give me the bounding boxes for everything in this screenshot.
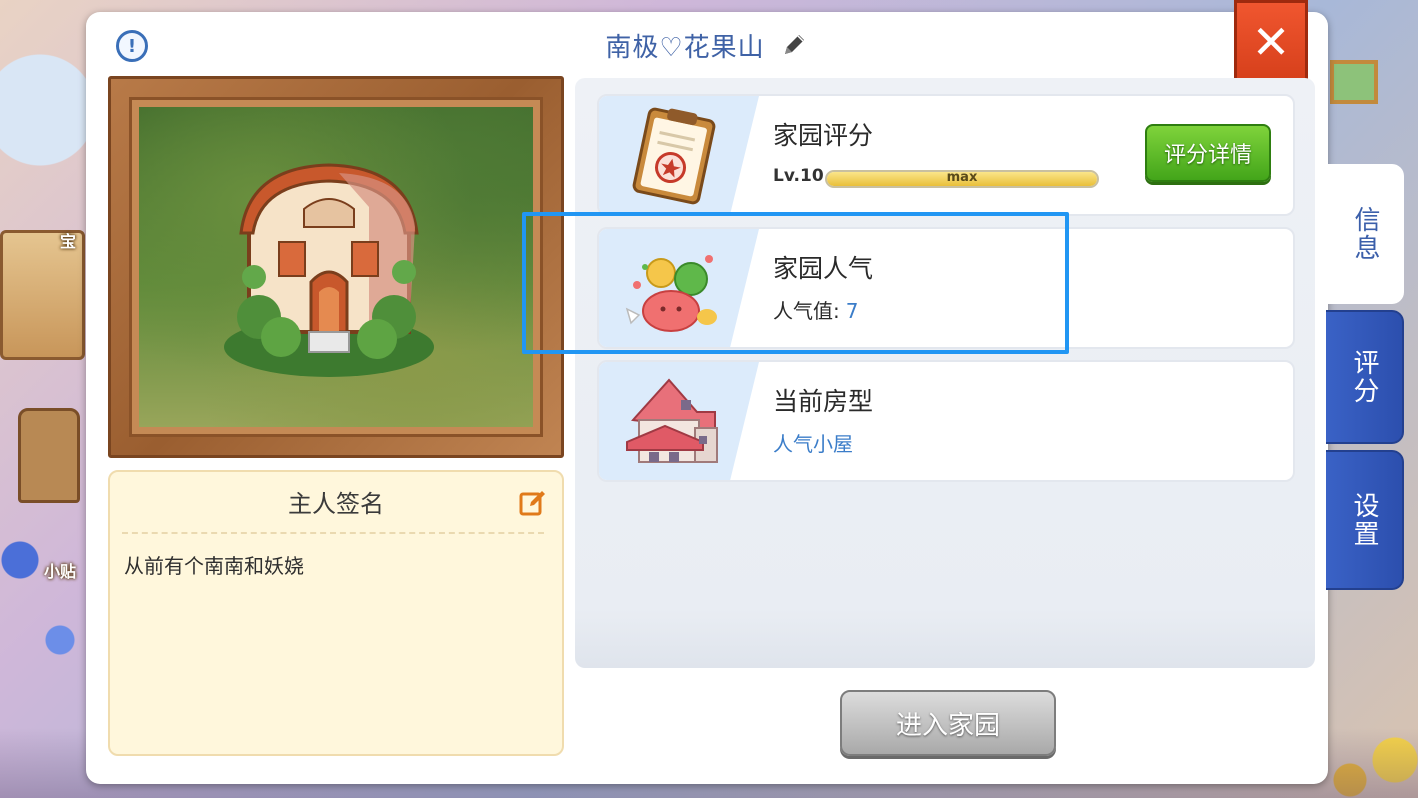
tab-info[interactable]: 信息: [1326, 164, 1404, 304]
tab-rating[interactable]: 评分: [1326, 310, 1404, 444]
house-type-value: 人气小屋: [773, 432, 853, 456]
popularity-label: 人气值:: [773, 299, 840, 323]
level-bar-text: max: [946, 170, 978, 185]
rating-details-button[interactable]: 评分详情: [1145, 124, 1271, 182]
signature-divider: [122, 532, 544, 534]
popularity-row: 人气值: 7: [773, 295, 858, 324]
home-name-title: 南极♡花果山: [605, 32, 765, 63]
home-picture-frame: [108, 76, 564, 458]
rating-level-bar: max: [825, 170, 1099, 188]
house-illustration-icon: [224, 163, 434, 377]
rating-title: 家园评分: [773, 121, 874, 150]
background-label-left: 宝: [60, 232, 77, 251]
rating-level-label: Lv.10: [773, 162, 824, 186]
level-label: Lv.10: [773, 166, 824, 186]
dialog-header: ! 南极♡花果山: [86, 12, 1328, 78]
house-type-title: 当前房型: [773, 387, 874, 416]
tab-settings[interactable]: 设置: [1326, 450, 1404, 590]
frame-inner-border: [129, 97, 543, 437]
signature-title: 主人签名: [288, 490, 384, 518]
house-type-card: 当前房型 人气小屋: [597, 360, 1295, 482]
home-info-dialog: ! 南极♡花果山 ✕ 主人签名 从前有个南南和妖娆 家园评分 Lv.10 max…: [86, 0, 1328, 784]
background-label-bottom: 小贴: [44, 562, 77, 581]
home-picture: [139, 107, 533, 427]
home-rating-card: 家园评分 Lv.10 max 评分详情: [597, 94, 1295, 216]
background-sign: [18, 408, 80, 503]
popularity-value: 7: [845, 299, 859, 323]
enter-home-button[interactable]: 进入家园: [840, 690, 1056, 756]
background-painting: [1330, 60, 1378, 104]
popularity-title: 家园人气: [773, 254, 874, 283]
home-popularity-card[interactable]: 家园人气 人气值: 7: [597, 227, 1295, 349]
signature-text: 从前有个南南和妖娆: [124, 554, 304, 578]
clipboard-icon: [632, 107, 716, 205]
owner-signature-panel: 主人签名 从前有个南南和妖娆: [108, 470, 564, 756]
popularity-slimes-icon: [625, 255, 717, 332]
info-icon[interactable]: !: [116, 30, 148, 62]
edit-signature-icon[interactable]: [518, 488, 548, 518]
home-info-panel: 家园评分 Lv.10 max 评分详情 家园人气 人气值: 7 当前房型 人气小…: [575, 78, 1315, 668]
house-icon: [626, 378, 718, 463]
edit-name-pencil-icon[interactable]: [779, 30, 809, 60]
